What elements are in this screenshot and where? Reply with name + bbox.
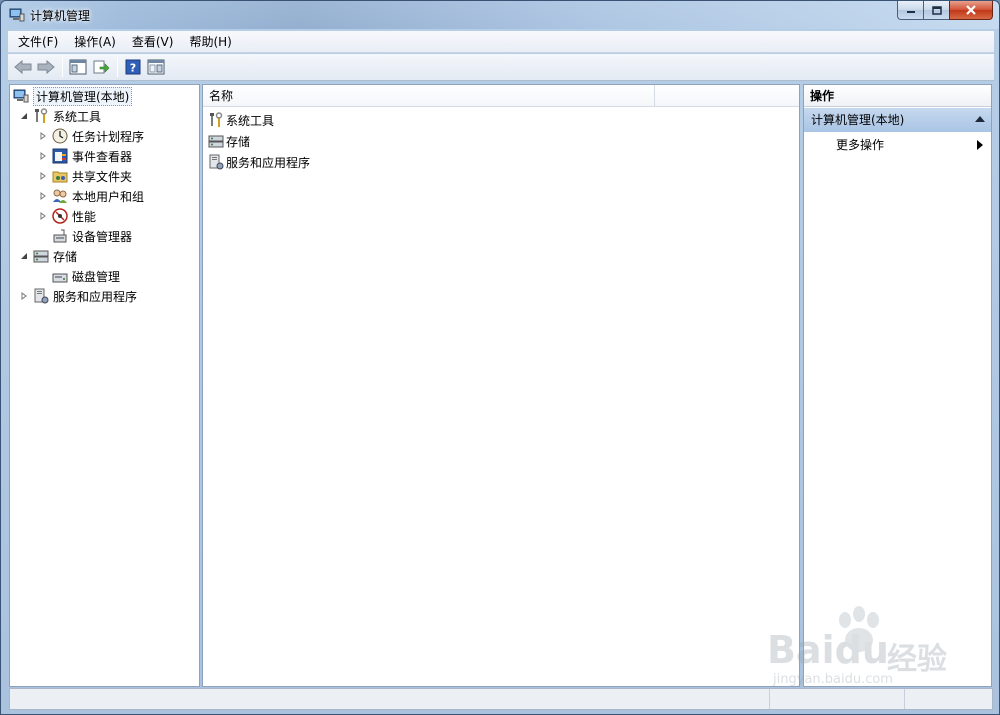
navigation-tree-pane: 计算机管理(本地) 系统工具 任务计划程序 事件查看器 共享文件夹 本地用户和组… [9,84,200,687]
tree-item-device-manager[interactable]: 设备管理器 [52,226,132,246]
computer-management-window: 计算机管理 文件(F) 操作(A) 查看(V) 帮助(H) ? 计算机管理(本地… [0,0,1000,715]
help-icon: ? [125,59,141,75]
collapsed-triangle-icon[interactable] [38,211,48,221]
menu-help[interactable]: 帮助(H) [184,32,236,52]
tree-item-storage[interactable]: 存储 [19,246,77,266]
tree-item-label: 存储 [53,249,78,264]
storage-icon [208,133,224,149]
tree-item-system-tools[interactable]: 系统工具 [19,106,101,126]
collapsed-triangle-icon[interactable] [38,151,48,161]
list-item-storage[interactable]: 存储 [208,131,250,151]
tree-item-label: 系统工具 [53,109,102,124]
tools-icon [33,108,49,124]
actions-section-label: 计算机管理(本地) [811,113,905,127]
tree-item-label: 性能 [72,209,97,224]
tree-item-label: 任务计划程序 [72,129,145,144]
tree-item-performance[interactable]: 性能 [38,206,96,226]
shared-folder-icon [52,168,68,184]
show-hide-action-pane-button[interactable] [145,56,167,78]
tree-item-label: 共享文件夹 [72,169,133,184]
help-button[interactable]: ? [122,56,144,78]
forward-button[interactable] [35,56,57,78]
collapsed-triangle-icon[interactable] [38,191,48,201]
tree-item-label: 服务和应用程序 [53,289,138,304]
tree-item-shared-folders[interactable]: 共享文件夹 [38,166,132,186]
close-button[interactable] [949,1,993,20]
tree-item-computer-management-local[interactable]: 计算机管理(本地) [13,86,133,106]
close-icon [966,5,976,15]
collapsed-triangle-icon[interactable] [38,171,48,181]
computer-management-icon [13,88,29,104]
toolbar-separator [117,57,118,77]
window-controls [897,1,993,21]
list-item-label: 存储 [226,134,251,149]
tools-icon [208,112,224,128]
device-manager-icon [52,228,68,244]
content-list-pane: 名称 系统工具 存储 服务和应用程序 [202,84,800,687]
more-actions-item[interactable]: 更多操作 [836,135,986,155]
tree-item-label: 设备管理器 [72,229,133,244]
collapsed-triangle-icon[interactable] [38,131,48,141]
storage-icon [33,248,49,264]
tree-item-label: 计算机管理(本地) [33,86,133,106]
list-item-system-tools[interactable]: 系统工具 [208,110,274,130]
actions-section-computer-management[interactable]: 计算机管理(本地) [804,108,991,132]
svg-text:?: ? [130,62,136,75]
export-list-button[interactable] [90,56,112,78]
status-segment [905,689,991,709]
collapsed-triangle-icon[interactable] [19,291,29,301]
tree-item-task-scheduler[interactable]: 任务计划程序 [38,126,144,146]
performance-icon [52,208,68,224]
status-segment [770,689,905,709]
users-icon [52,188,68,204]
expanded-triangle-icon[interactable] [19,111,29,121]
toolbar: ? [8,54,994,81]
list-item-label: 服务和应用程序 [226,155,311,170]
tree-item-services-applications[interactable]: 服务和应用程序 [19,286,137,306]
menu-bar: 文件(F) 操作(A) 查看(V) 帮助(H) [8,31,994,53]
maximize-button[interactable] [923,1,949,20]
toolbar-separator [62,57,63,77]
submenu-arrow-icon [977,140,983,150]
actions-header: 操作 [804,85,991,107]
list-header: 名称 [203,85,799,107]
disk-icon [52,268,68,284]
tree-item-label: 磁盘管理 [72,269,121,284]
actions-pane: 操作 计算机管理(本地) 更多操作 [803,84,992,687]
services-icon [208,154,224,170]
expanded-triangle-icon[interactable] [19,251,29,261]
tree-item-disk-management[interactable]: 磁盘管理 [52,266,120,286]
minimize-button[interactable] [897,1,923,20]
show-tree-icon [69,59,87,75]
column-header-name[interactable]: 名称 [203,85,655,107]
back-icon [14,60,32,74]
back-button[interactable] [12,56,34,78]
maximize-icon [931,5,942,15]
tree-item-event-viewer[interactable]: 事件查看器 [38,146,132,166]
collapse-up-icon[interactable] [975,116,985,122]
title-bar[interactable]: 计算机管理 [1,1,999,29]
list-item-services-applications[interactable]: 服务和应用程序 [208,152,310,172]
status-segment [10,689,770,709]
forward-icon [37,60,55,74]
tree-item-label: 事件查看器 [72,149,133,164]
more-actions-label: 更多操作 [836,138,885,152]
window-title: 计算机管理 [30,9,91,23]
menu-file[interactable]: 文件(F) [13,32,63,52]
show-action-pane-icon [147,59,165,75]
minimize-icon [906,11,915,13]
event-viewer-icon [52,148,68,164]
clock-icon [52,128,68,144]
status-bar [9,688,993,710]
services-icon [33,288,49,304]
menu-view[interactable]: 查看(V) [127,32,179,52]
tree-item-label: 本地用户和组 [72,189,145,204]
computer-management-icon [9,8,25,22]
tree-item-local-users-groups[interactable]: 本地用户和组 [38,186,144,206]
show-hide-tree-button[interactable] [67,56,89,78]
list-item-label: 系统工具 [226,113,275,128]
menu-action[interactable]: 操作(A) [69,32,121,52]
export-list-icon [93,60,110,74]
